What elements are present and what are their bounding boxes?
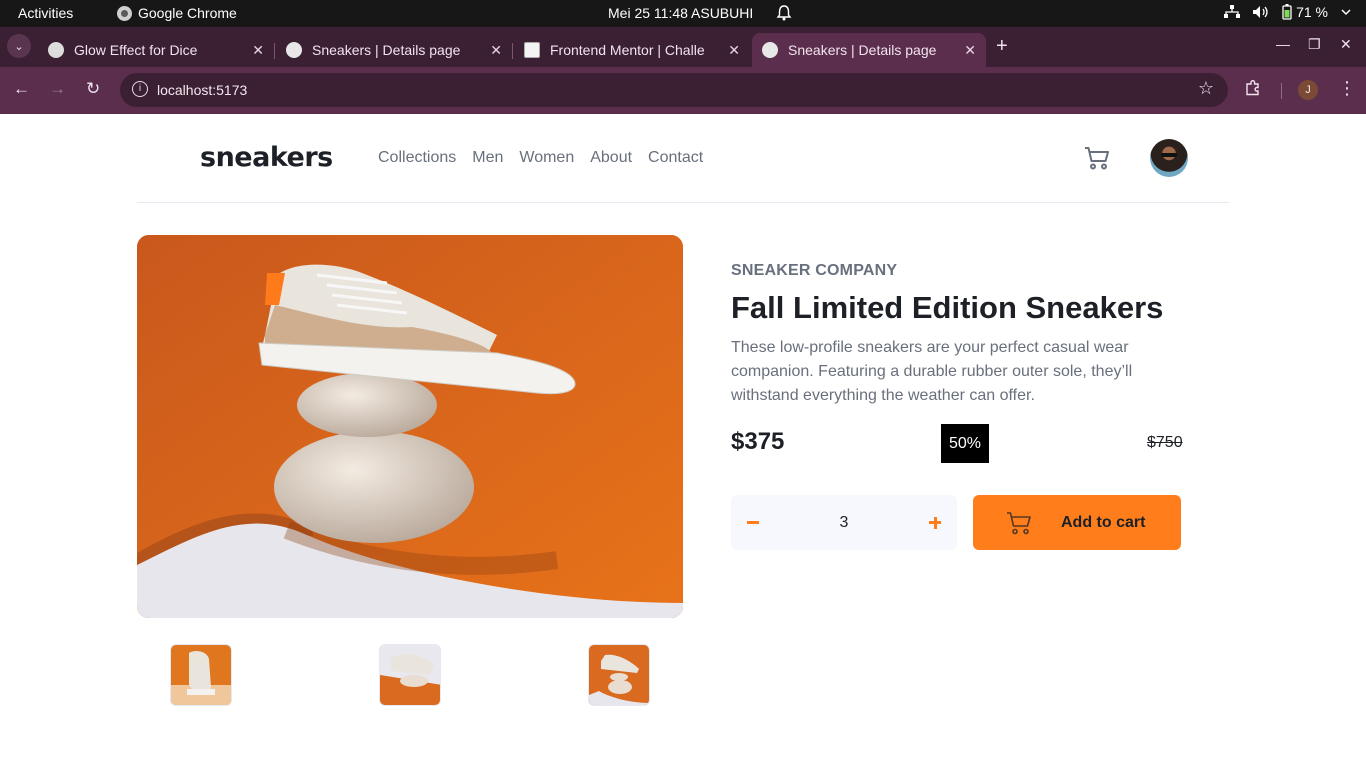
- volume-icon: [1253, 6, 1268, 18]
- close-window-button[interactable]: ✕: [1340, 36, 1352, 53]
- nav-item-collections[interactable]: Collections: [378, 149, 456, 167]
- site-info-icon[interactable]: i: [132, 81, 148, 97]
- tab-close-icon[interactable]: ✕: [728, 42, 740, 59]
- tab-close-icon[interactable]: ✕: [490, 42, 502, 59]
- nav-item-about[interactable]: About: [590, 149, 632, 167]
- page-content: sneakers Collections Men Women About Con…: [0, 114, 1366, 768]
- app-menu[interactable]: Google Chrome: [117, 5, 237, 21]
- forward-button[interactable]: →: [49, 79, 66, 99]
- app-name: Google Chrome: [138, 5, 237, 21]
- nav-item-contact[interactable]: Contact: [648, 149, 703, 167]
- extensions-puzzle-icon[interactable]: [1244, 79, 1262, 102]
- main-nav: Collections Men Women About Contact: [378, 149, 703, 167]
- bookmark-star-icon[interactable]: ☆: [1198, 78, 1214, 99]
- chrome-menu-icon[interactable]: ⋮: [1338, 78, 1356, 99]
- maximize-window-button[interactable]: ❐: [1308, 36, 1321, 53]
- product-thumbnail-1[interactable]: [170, 644, 232, 706]
- activities-button[interactable]: Activities: [18, 5, 73, 21]
- product-thumbnail-3[interactable]: [588, 644, 650, 706]
- original-price: $750: [1147, 434, 1183, 451]
- nav-item-men[interactable]: Men: [472, 149, 503, 167]
- openai-favicon-icon: [48, 42, 64, 58]
- profile-avatar[interactable]: J: [1298, 80, 1318, 100]
- quantity-value: 3: [839, 514, 849, 531]
- system-top-bar: Activities Google Chrome Mei 25 11:48 AS…: [0, 0, 1366, 27]
- tab-glow-effect[interactable]: Glow Effect for Dice ✕: [38, 33, 274, 67]
- tab-sneakers-active[interactable]: Sneakers | Details page ✕: [752, 33, 986, 67]
- current-price: $375: [731, 428, 785, 455]
- url-text[interactable]: localhost:5173: [157, 82, 247, 98]
- new-tab-button[interactable]: +: [996, 35, 1008, 58]
- tab-separator: [512, 43, 513, 59]
- site-favicon-icon: [762, 42, 778, 58]
- product-main-image[interactable]: [137, 235, 683, 618]
- network-icon: [1224, 5, 1241, 18]
- tab-title: Sneakers | Details page: [788, 42, 937, 58]
- minimize-window-button[interactable]: —: [1276, 36, 1290, 52]
- power-menu-icon: [1341, 9, 1351, 16]
- chrome-icon: [117, 5, 132, 21]
- add-to-cart-label: Add to cart: [1061, 514, 1146, 531]
- reload-button[interactable]: ↻: [86, 79, 100, 99]
- discount-badge: 50%: [941, 424, 989, 463]
- increase-quantity-button[interactable]: [927, 509, 943, 533]
- tab-strip: ⌄ Glow Effect for Dice ✕ Sneakers | Deta…: [0, 27, 1366, 67]
- notification-bell-icon: [776, 4, 792, 25]
- quantity-stepper: 3: [731, 495, 957, 550]
- add-to-cart-button[interactable]: Add to cart: [973, 495, 1181, 550]
- tab-title: Glow Effect for Dice: [74, 42, 198, 58]
- site-logo[interactable]: sneakers: [200, 142, 333, 173]
- tab-search-button[interactable]: ⌄: [7, 34, 31, 58]
- system-tray[interactable]: 71 %: [1224, 4, 1352, 20]
- nav-item-women[interactable]: Women: [519, 149, 574, 167]
- tab-sneakers-1[interactable]: Sneakers | Details page ✕: [276, 33, 512, 67]
- battery-icon: [1282, 4, 1292, 20]
- product-thumbnail-2[interactable]: [379, 644, 441, 706]
- product-description: These low-profile sneakers are your perf…: [731, 339, 1133, 404]
- cart-icon[interactable]: [1084, 146, 1110, 175]
- battery-level: 71 %: [1296, 4, 1328, 20]
- tab-title: Frontend Mentor | Challe: [550, 42, 705, 58]
- tab-title: Sneakers | Details page: [312, 42, 461, 58]
- address-toolbar: ← → ↻ i localhost:5173 ☆ J ⋮: [0, 67, 1366, 114]
- header-divider: [137, 202, 1229, 203]
- clock[interactable]: Mei 25 11:48 ASUBUHI: [608, 5, 753, 21]
- tab-close-icon[interactable]: ✕: [252, 42, 264, 59]
- frontend-mentor-favicon-icon: [524, 42, 540, 58]
- user-avatar[interactable]: [1150, 139, 1188, 177]
- tab-separator: [274, 43, 275, 59]
- site-favicon-icon: [286, 42, 302, 58]
- tab-frontend-mentor[interactable]: Frontend Mentor | Challe ✕: [514, 33, 750, 67]
- company-label: SNEAKER COMPANY: [731, 262, 898, 279]
- address-bar[interactable]: i localhost:5173 ☆: [120, 73, 1228, 107]
- back-button[interactable]: ←: [13, 79, 30, 99]
- toolbar-separator: [1281, 83, 1282, 99]
- tab-close-icon[interactable]: ✕: [964, 42, 976, 59]
- cart-icon: [1006, 511, 1032, 540]
- product-title: Fall Limited Edition Sneakers: [731, 290, 1164, 325]
